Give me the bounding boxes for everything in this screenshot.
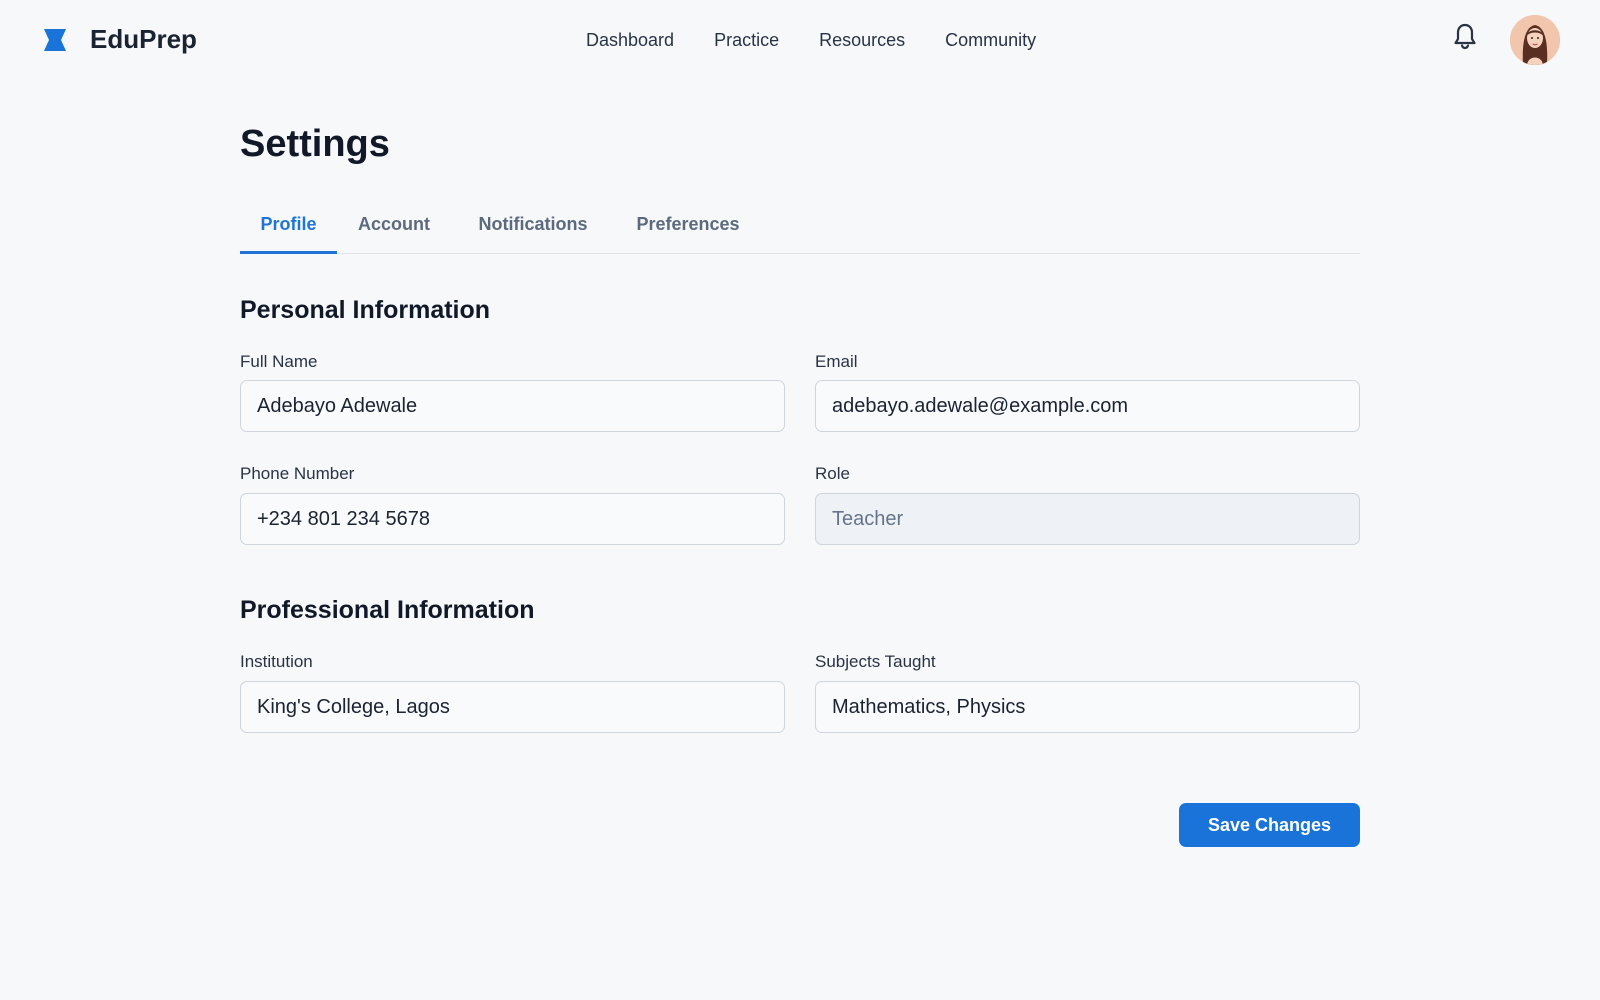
top-navbar: EduPrep Dashboard Practice Resources Com… [0,0,1600,80]
main-nav: Dashboard Practice Resources Community [586,28,1036,52]
settings-tabs: Profile Account Notifications Preference… [240,200,1360,254]
brand-logo[interactable]: EduPrep [42,24,197,54]
email-label: Email [815,352,858,371]
avatar-portrait-icon [1510,15,1560,65]
professional-info-heading: Professional Information [240,596,535,624]
save-changes-button[interactable]: Save Changes [1179,803,1360,847]
phone-label: Phone Number [240,464,355,483]
nav-practice[interactable]: Practice [714,28,779,52]
nav-community[interactable]: Community [945,28,1036,52]
tab-notifications[interactable]: Notifications [468,200,598,254]
user-avatar[interactable] [1510,15,1560,65]
role-input [815,493,1360,545]
brand-name: EduPrep [90,24,197,54]
tab-profile[interactable]: Profile [240,200,337,254]
bell-icon[interactable] [1452,22,1478,50]
email-input[interactable] [815,380,1360,432]
page-title: Settings [240,123,390,165]
phone-input[interactable] [240,493,785,545]
full-name-label: Full Name [240,352,318,371]
subjects-input[interactable] [815,681,1360,733]
nav-resources[interactable]: Resources [819,28,905,52]
institution-input[interactable] [240,681,785,733]
full-name-input[interactable] [240,380,785,432]
role-label: Role [815,464,850,483]
institution-label: Institution [240,652,313,671]
subjects-label: Subjects Taught [815,652,936,671]
eduprep-logo-icon [44,29,66,51]
tab-account[interactable]: Account [352,200,436,254]
tab-preferences[interactable]: Preferences [628,200,748,254]
nav-dashboard[interactable]: Dashboard [586,28,674,52]
personal-info-heading: Personal Information [240,296,491,324]
